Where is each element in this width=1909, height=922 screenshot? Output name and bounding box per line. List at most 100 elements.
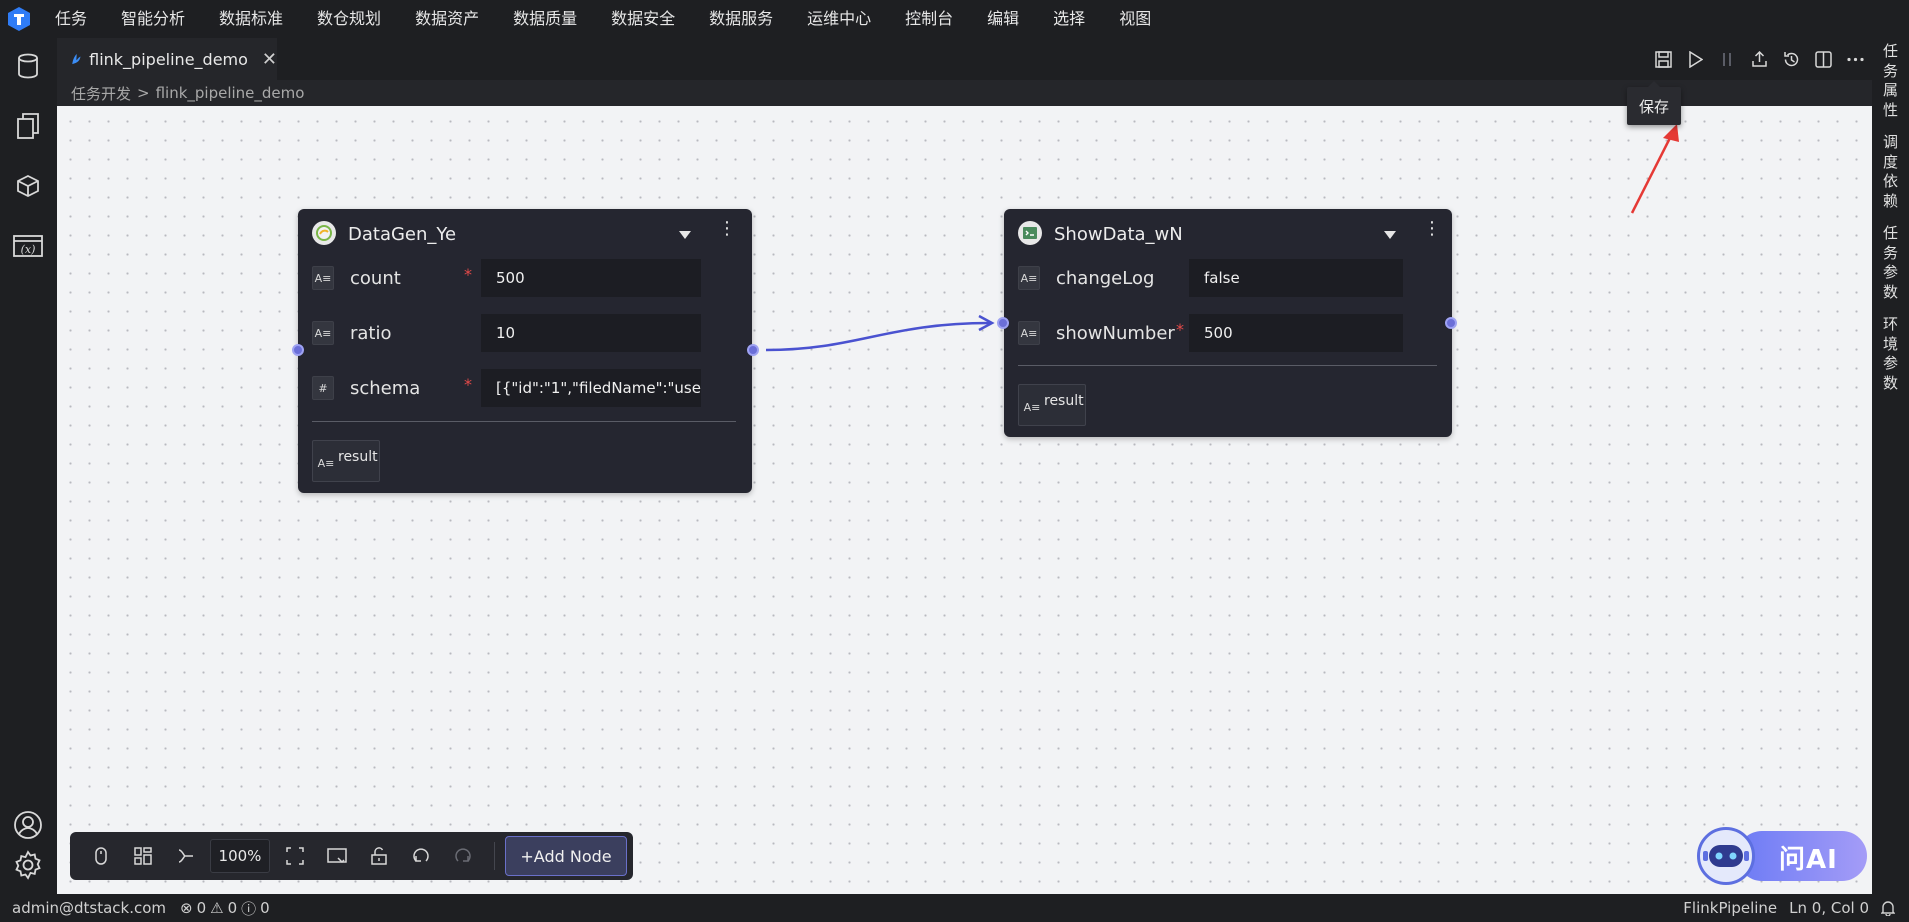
tab-task-params[interactable]: 任务参数 (1872, 224, 1909, 302)
output-result[interactable]: A≡ result (312, 440, 380, 482)
node-collapse-caret-icon[interactable] (1384, 231, 1396, 239)
tab-flink-pipeline-demo[interactable]: flink_pipeline_demo ✕ (57, 38, 277, 80)
required-mark: * (1176, 320, 1184, 339)
menu-data-security[interactable]: 数据安全 (594, 0, 692, 38)
package-icon[interactable] (8, 166, 48, 206)
status-language[interactable]: FlinkPipeline (1683, 899, 1777, 917)
datagen-input-port[interactable] (292, 344, 304, 356)
showdata-input-port[interactable] (997, 317, 1009, 329)
svg-text:(x): (x) (21, 243, 36, 256)
ai-label: 问AI (1779, 845, 1838, 875)
pipeline-canvas[interactable]: DataGen_Ye ⋮ A≡ count * 500 A≡ ratio 10 … (57, 106, 1872, 894)
tab-task-properties[interactable]: 任务属性 (1872, 42, 1909, 120)
editor-tab-bar: flink_pipeline_demo ✕ (57, 38, 1872, 80)
tab-close-icon[interactable]: ✕ (262, 49, 277, 70)
settings-gear-icon[interactable] (8, 845, 48, 885)
field-label: showNumber (1056, 322, 1175, 344)
add-node-button[interactable]: +Add Node (505, 836, 627, 876)
showdata-node-icon (1018, 221, 1042, 245)
database-icon[interactable] (8, 46, 48, 86)
run-icon[interactable] (1686, 50, 1704, 68)
annotation-arrow (1630, 124, 1679, 214)
menu-data-standard[interactable]: 数据标准 (202, 0, 300, 38)
node-datagen[interactable]: DataGen_Ye ⋮ A≡ count * 500 A≡ ratio 10 … (298, 209, 752, 493)
node-more-menu-icon[interactable]: ⋮ (718, 219, 736, 239)
canvas-toolbar: 100% +Add Node (70, 832, 633, 880)
breadcrumb-separator: > (137, 84, 150, 102)
node-title: ShowData_wN (1054, 224, 1183, 245)
split-editor-icon[interactable] (1814, 50, 1832, 68)
bell-icon[interactable] (1881, 900, 1895, 916)
required-mark: * (464, 265, 472, 284)
breadcrumb: 任务开发 > flink_pipeline_demo (57, 80, 1872, 106)
shownumber-input[interactable]: 500 (1189, 314, 1403, 352)
edge-datagen-to-showdata (765, 321, 991, 352)
output-result[interactable]: A≡ result (1018, 384, 1086, 426)
ask-ai-button[interactable]: 问AI (1697, 827, 1869, 885)
changelog-input[interactable]: false (1189, 259, 1403, 297)
info-count: 0 (260, 899, 270, 917)
editor-toolbar (1654, 38, 1864, 80)
tab-schedule-dependency[interactable]: 调度依赖 (1872, 133, 1909, 211)
field-row-ratio: A≡ ratio 10 (312, 314, 712, 352)
save-icon[interactable] (1654, 50, 1672, 68)
tab-env-params[interactable]: 环境参数 (1872, 315, 1909, 393)
problems-summary[interactable]: ⊗ 0 ⚠ 0 ⓘ 0 (180, 898, 270, 919)
more-actions-icon[interactable] (1846, 50, 1864, 68)
node-title: DataGen_Ye (348, 224, 457, 245)
status-cursor-position[interactable]: Ln 0, Col 0 (1789, 899, 1869, 917)
zoom-level[interactable]: 100% (210, 839, 270, 873)
connector-style-icon[interactable] (164, 832, 206, 880)
count-input[interactable]: 500 (481, 259, 701, 297)
files-icon[interactable] (8, 106, 48, 146)
undo-icon[interactable] (400, 832, 442, 880)
node-collapse-caret-icon[interactable] (679, 231, 691, 239)
field-label: ratio (350, 322, 392, 344)
menu-data-quality[interactable]: 数据质量 (496, 0, 594, 38)
menu-view[interactable]: 视图 (1102, 0, 1168, 38)
robot-icon (1697, 827, 1755, 885)
number-type-icon: # (312, 376, 334, 400)
unlock-icon[interactable] (358, 832, 400, 880)
flink-file-icon (72, 53, 81, 65)
node-more-menu-icon[interactable]: ⋮ (1423, 219, 1441, 239)
app-logo[interactable] (0, 0, 38, 38)
history-icon[interactable] (1782, 50, 1800, 68)
status-right: FlinkPipeline Ln 0, Col 0 (1683, 894, 1895, 922)
field-row-shownumber: A≡ showNumber * 500 (1018, 314, 1418, 352)
upload-icon[interactable] (1750, 50, 1768, 68)
error-count: 0 (196, 899, 207, 917)
menu-data-assets[interactable]: 数据资产 (398, 0, 496, 38)
tab-title: flink_pipeline_demo (89, 49, 248, 69)
redo-icon[interactable] (442, 832, 484, 880)
menu-console[interactable]: 控制台 (888, 0, 970, 38)
activity-bar: (x) (0, 38, 57, 894)
app-logo-icon (8, 7, 30, 31)
breadcrumb-root[interactable]: 任务开发 (71, 83, 131, 104)
field-label: schema (350, 377, 421, 399)
menu-data-service[interactable]: 数据服务 (692, 0, 790, 38)
schema-input[interactable]: [{"id":"1","filedName":"user_i... (481, 369, 701, 407)
node-showdata[interactable]: ShowData_wN ⋮ A≡ changeLog false A≡ show… (1004, 209, 1452, 437)
datagen-output-port[interactable] (747, 344, 759, 356)
field-row-count: A≡ count * 500 (312, 259, 712, 297)
menu-smart-analysis[interactable]: 智能分析 (104, 0, 202, 38)
account-icon[interactable] (8, 805, 48, 845)
layout-icon[interactable] (122, 832, 164, 880)
breadcrumb-current[interactable]: flink_pipeline_demo (156, 84, 305, 102)
status-user[interactable]: admin@dtstack.com (12, 899, 166, 917)
mouse-mode-icon[interactable] (80, 832, 122, 880)
menu-edit[interactable]: 编辑 (970, 0, 1036, 38)
pause-icon[interactable] (1718, 50, 1736, 68)
field-label: changeLog (1056, 267, 1155, 289)
menu-ops-center[interactable]: 运维中心 (790, 0, 888, 38)
variable-icon[interactable]: (x) (8, 226, 48, 266)
showdata-output-port[interactable] (1445, 317, 1457, 329)
menu-task[interactable]: 任务 (38, 0, 104, 38)
fit-view-icon[interactable] (274, 832, 316, 880)
menu-select[interactable]: 选择 (1036, 0, 1102, 38)
field-label: count (350, 267, 401, 289)
minimap-icon[interactable] (316, 832, 358, 880)
ratio-input[interactable]: 10 (481, 314, 701, 352)
menu-warehouse-planning[interactable]: 数仓规划 (300, 0, 398, 38)
